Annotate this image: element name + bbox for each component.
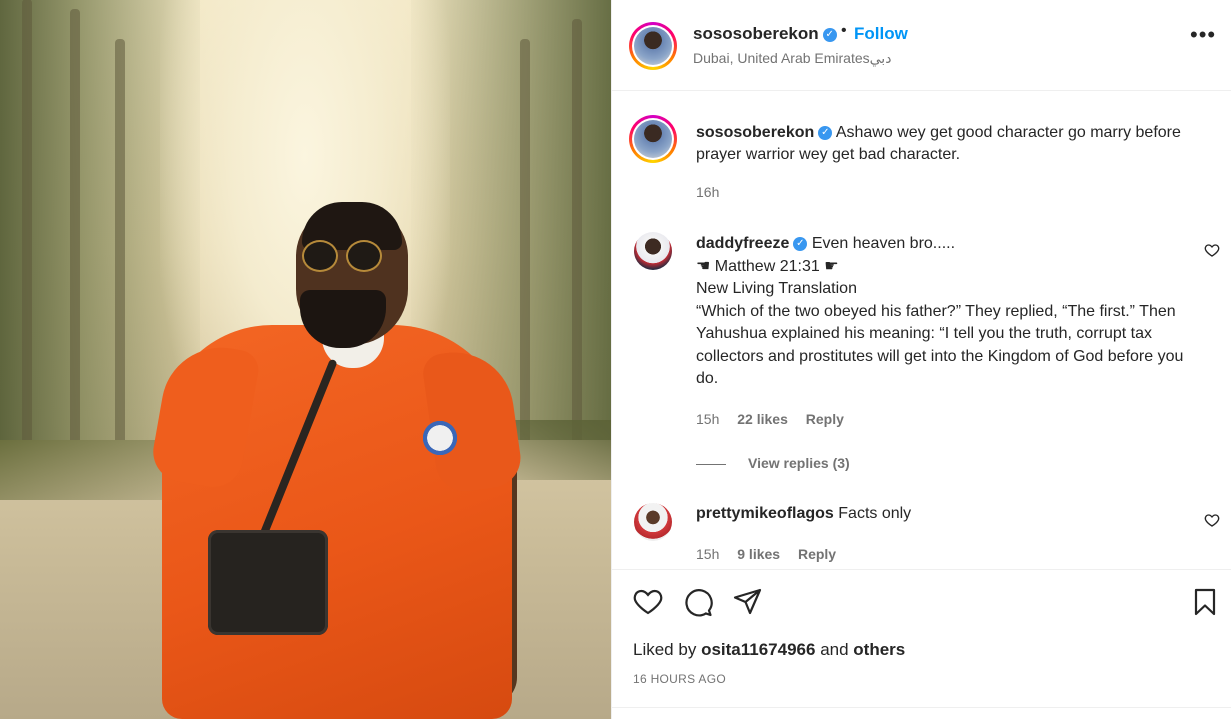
author-avatar[interactable] xyxy=(629,22,677,70)
palm-trunk xyxy=(520,39,530,479)
palm-trunk xyxy=(22,0,32,479)
location-link[interactable]: Dubai, United Arab Emiratesدبي xyxy=(693,50,891,67)
comment-time[interactable]: 15h xyxy=(696,546,719,562)
liked-by-text: Liked by osita11674966 and others xyxy=(633,640,905,660)
comment-icon[interactable] xyxy=(682,586,714,618)
header-divider xyxy=(612,90,1231,91)
comment-like-heart-icon[interactable] xyxy=(1204,242,1220,258)
comment-text: Even heaven bro..... ☚ Matthew 21:31 ☛ N… xyxy=(696,235,1184,387)
palm-trunk xyxy=(572,19,582,479)
heart-icon[interactable] xyxy=(632,586,664,618)
comment-username-link[interactable]: daddyfreeze xyxy=(696,235,789,252)
comment-text: Facts only xyxy=(838,505,912,522)
caption-username-link[interactable]: sososoberekon xyxy=(696,124,814,141)
palm-trunk xyxy=(70,9,80,479)
author-username-link[interactable]: sososoberekon xyxy=(693,24,819,43)
paper-plane-icon[interactable] xyxy=(732,586,764,618)
author-header: sososoberekon ✓ xyxy=(693,24,837,44)
comment-avatar[interactable] xyxy=(634,503,672,541)
liked-by-and: and xyxy=(820,640,849,659)
more-options-icon[interactable]: ••• xyxy=(1190,24,1216,46)
palm-trunk xyxy=(115,39,125,479)
comment-meta: 15h 9 likes Reply xyxy=(696,546,836,562)
post-time-ago[interactable]: 16 HOURS AGO xyxy=(633,672,726,686)
follow-button[interactable]: Follow xyxy=(854,24,908,44)
shirt-logo xyxy=(420,418,460,458)
view-replies-button[interactable]: View replies (3) xyxy=(696,455,850,471)
crossbody-bag xyxy=(208,530,328,635)
comment-meta: 15h 22 likes Reply xyxy=(696,411,844,427)
comment-reply-button[interactable]: Reply xyxy=(806,411,844,427)
comment-reply-button[interactable]: Reply xyxy=(798,546,836,562)
comment: daddyfreeze ✓ Even heaven bro..... ☚ Matt… xyxy=(696,233,1196,391)
comment-avatar[interactable] xyxy=(634,232,672,270)
verified-badge-icon: ✓ xyxy=(818,125,833,140)
post-details-panel: sososoberekon ✓ • Follow Dubai, United Ar… xyxy=(611,0,1231,719)
verified-badge-icon: ✓ xyxy=(793,236,808,251)
caption: sososoberekon ✓ Ashawo wey get good chara… xyxy=(696,122,1226,166)
verified-badge-icon: ✓ xyxy=(822,27,837,42)
separator-dot: • xyxy=(841,22,847,39)
caption-time[interactable]: 16h xyxy=(696,184,719,200)
bookmark-icon[interactable] xyxy=(1189,586,1221,618)
footer-divider xyxy=(612,707,1231,708)
comment-likes[interactable]: 22 likes xyxy=(737,411,788,427)
sunglasses xyxy=(300,240,400,272)
liked-by-user-link[interactable]: osita11674966 xyxy=(701,640,815,659)
post-image[interactable] xyxy=(0,0,611,719)
comment: prettymikeoflagos Facts only xyxy=(696,503,1196,526)
comment-like-heart-icon[interactable] xyxy=(1204,512,1220,528)
comment-likes[interactable]: 9 likes xyxy=(737,546,780,562)
liked-by-prefix: Liked by xyxy=(633,640,697,659)
actions-divider xyxy=(612,569,1231,570)
caption-avatar[interactable] xyxy=(629,115,677,163)
view-replies-label: View replies (3) xyxy=(748,455,850,471)
comment-username-link[interactable]: prettymikeoflagos xyxy=(696,505,834,522)
comment-time[interactable]: 15h xyxy=(696,411,719,427)
liked-by-others-link[interactable]: others xyxy=(853,640,905,659)
